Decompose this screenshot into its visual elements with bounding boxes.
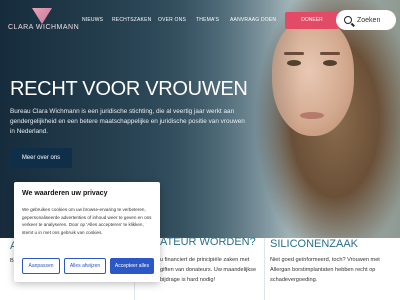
customize-button[interactable]: Aanpassen [22, 258, 60, 274]
nav-item-nieuws[interactable]: NIEUWS [82, 17, 103, 23]
cookie-text: We gebruiken cookies om uw browse-ervari… [22, 207, 152, 235]
site-logo[interactable]: CLARA WICHMANN [8, 8, 80, 38]
cookie-consent-dialog: We waarderen uw privacy We gebruiken coo… [14, 182, 160, 282]
cookie-title: We waarderen uw privacy [22, 190, 108, 197]
logo-text: CLARA WICHMANN [8, 24, 80, 31]
nav-item-rechtszaken[interactable]: RECHTSZAKEN [112, 17, 151, 23]
card-title-siliconenzaak[interactable]: SILICONENZAAK [270, 238, 358, 250]
reject-all-button[interactable]: Alles afwijzen [64, 258, 106, 274]
search-placeholder: Zoeken [357, 16, 381, 24]
donate-button[interactable]: DONEER [285, 12, 339, 29]
more-about-us-button[interactable]: Meer over ons [10, 148, 72, 168]
hero-description: Bureau Clara Wichmann is een juridische … [10, 108, 245, 135]
card-text-siliconenzaak: Niet goed geïnformeerd, toch? Vrouwen me… [270, 257, 380, 283]
card-divider [264, 238, 265, 300]
logo-mark-icon [32, 8, 52, 24]
nav-item-over-ons[interactable]: OVER ONS [158, 17, 186, 23]
card-text-donateur: u financiert de principiële zaken met gi… [160, 257, 257, 283]
hero-title: RECHT VOOR VROUWEN [10, 78, 248, 100]
nav-item-aanvraag-doen[interactable]: AANVRAAG DOEN [230, 17, 276, 23]
card-title-donateur[interactable]: ATEUR WORDEN? [160, 236, 256, 248]
search-input[interactable]: Zoeken [336, 10, 396, 30]
search-icon [344, 16, 352, 24]
accept-all-button[interactable]: Accepteer alles [110, 258, 154, 274]
nav-item-themas[interactable]: THEMA'S [196, 17, 219, 23]
